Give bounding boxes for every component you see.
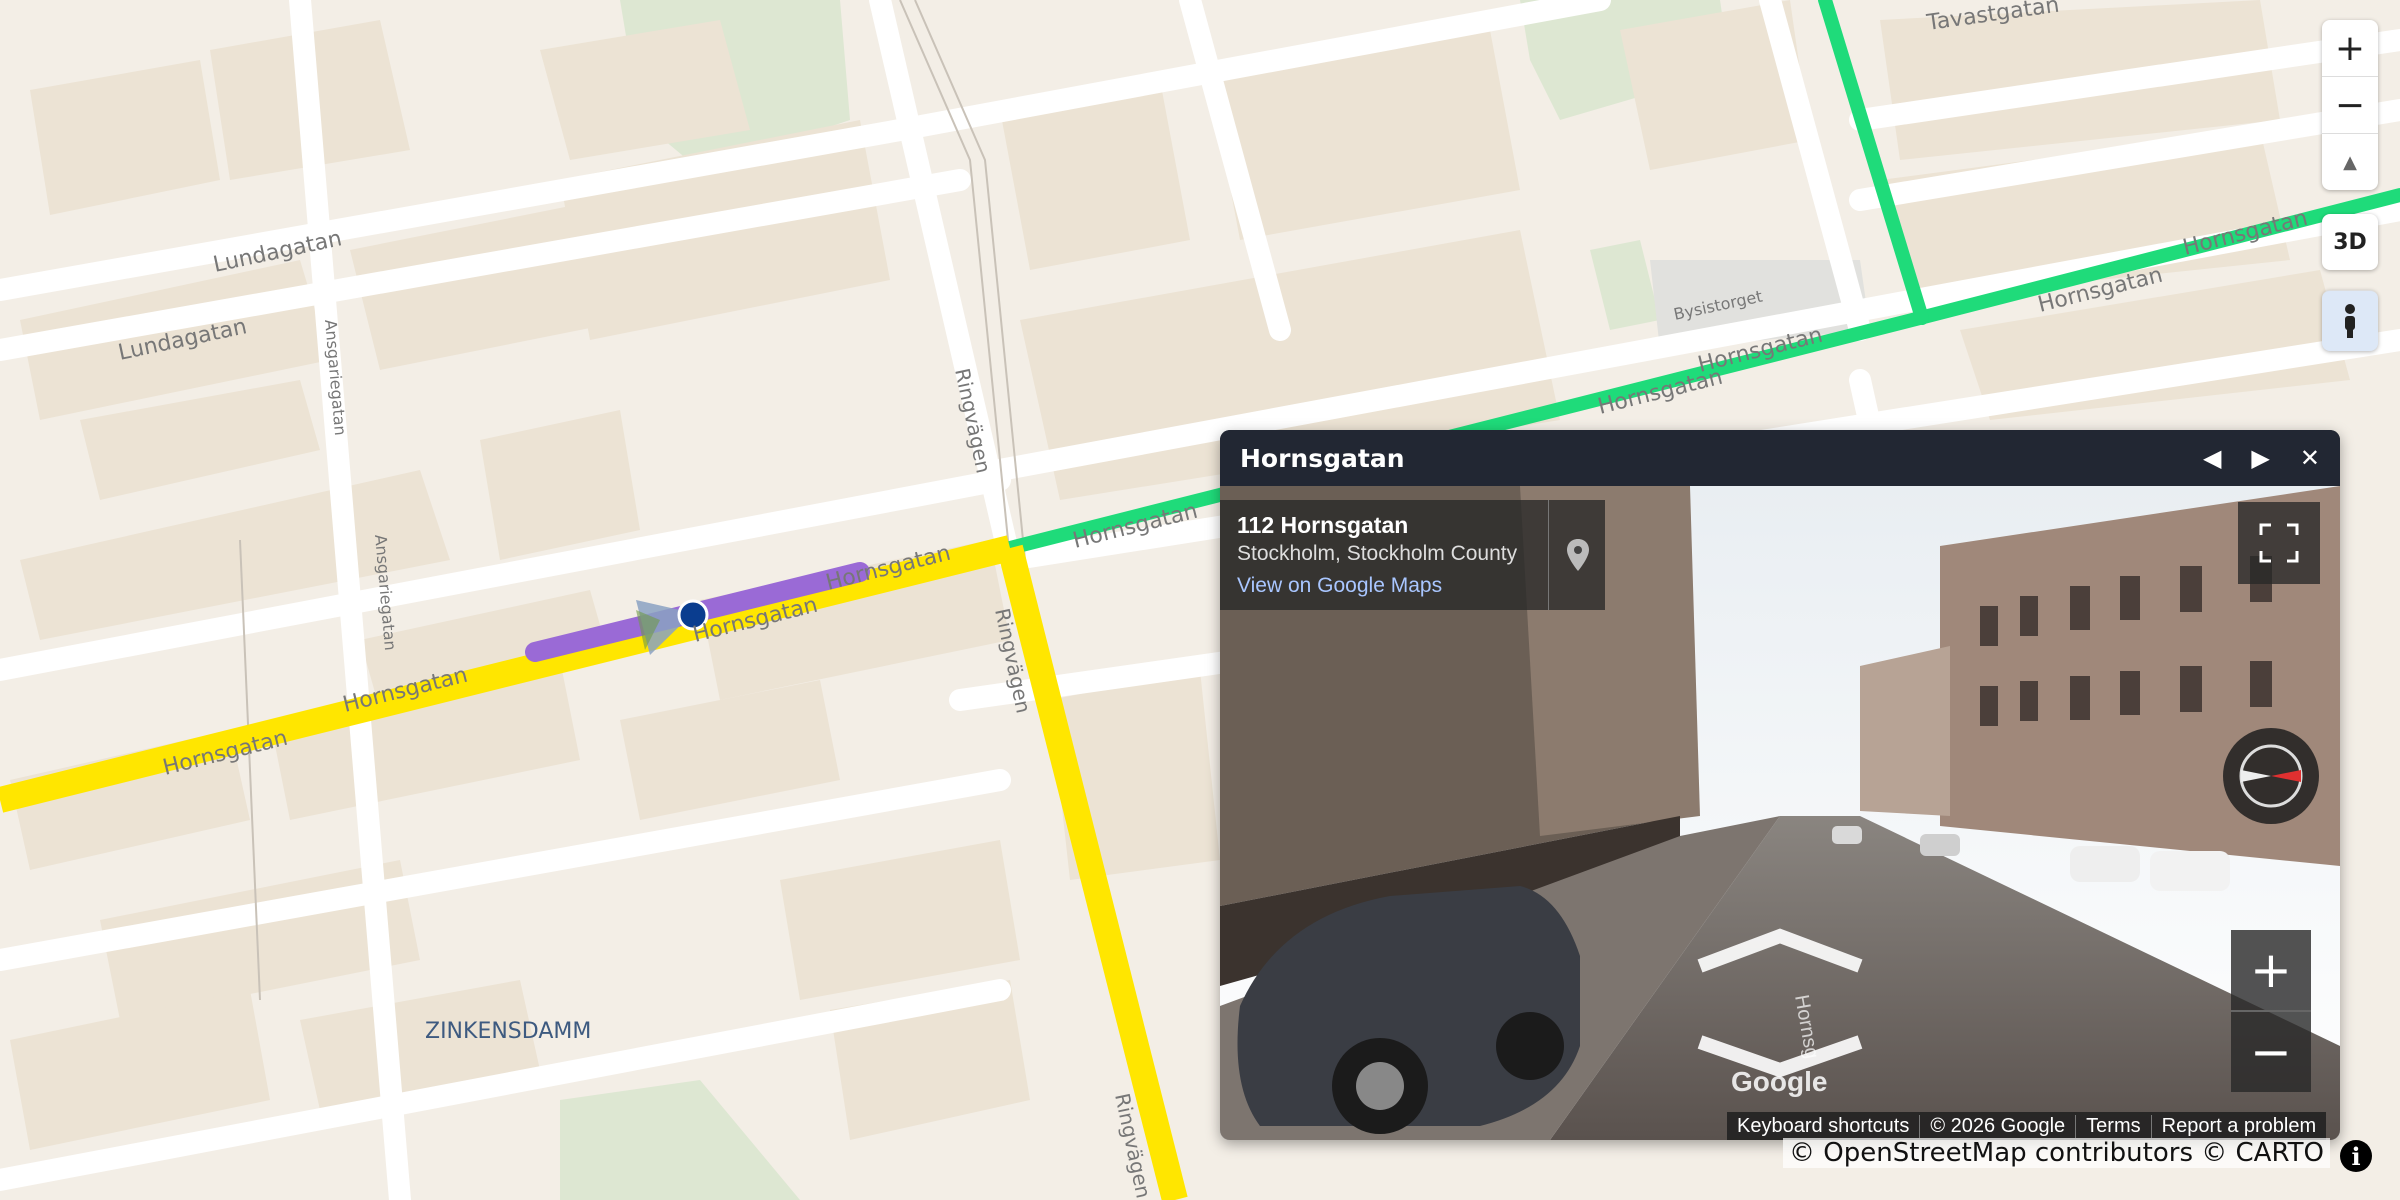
previous-button[interactable]: ◀ <box>2203 444 2221 472</box>
street-view-panel: Hornsgatan ◀ ▶ ✕ Hornsg 112 Hornsgatan S… <box>1220 430 2340 1140</box>
keyboard-shortcuts-link[interactable]: Keyboard shortcuts <box>1727 1115 1919 1138</box>
panel-title: Hornsgatan <box>1240 443 1405 473</box>
pegman-button[interactable] <box>2322 290 2378 351</box>
sv-zoom-in-button[interactable]: + <box>2231 930 2311 1010</box>
address-card: 112 Hornsgatan Stockholm, Stockholm Coun… <box>1220 500 1605 610</box>
reset-north-button[interactable]: ▲ <box>2322 133 2378 190</box>
terms-link[interactable]: Terms <box>2075 1114 2150 1138</box>
street-view-zoom: + − <box>2231 930 2311 1092</box>
address-line2: Stockholm, Stockholm County <box>1237 542 1518 565</box>
compass-button[interactable] <box>2223 728 2319 824</box>
compass-icon <box>2239 744 2303 808</box>
view-on-google-maps-link[interactable]: View on Google Maps <box>1237 574 1442 598</box>
copyright-text: © 2026 Google <box>1919 1114 2075 1138</box>
zoom-out-button[interactable]: − <box>2322 76 2378 133</box>
info-button[interactable]: i <box>2340 1140 2372 1172</box>
map-attribution: © OpenStreetMap contributors © CARTO <box>1783 1138 2330 1168</box>
3d-toggle-button[interactable]: 3D <box>2322 214 2378 270</box>
street-view-footer: Keyboard shortcuts © 2026 Google Terms R… <box>1727 1112 2327 1140</box>
report-problem-link[interactable]: Report a problem <box>2150 1114 2327 1138</box>
map-pin-button[interactable] <box>1548 500 1606 610</box>
pegman-icon <box>2345 304 2355 338</box>
panel-header: Hornsgatan ◀ ▶ ✕ <box>1220 430 2340 486</box>
zoom-in-button[interactable]: + <box>2322 20 2378 76</box>
fullscreen-icon <box>2259 523 2299 563</box>
district-label: ZINKENSDAMM <box>425 1019 591 1044</box>
close-button[interactable]: ✕ <box>2300 444 2320 472</box>
map-pin-icon <box>1566 539 1589 571</box>
google-logo: Google <box>1731 1066 1828 1097</box>
next-button[interactable]: ▶ <box>2251 444 2269 472</box>
map-zoom-controls: + − ▲ <box>2322 20 2378 190</box>
address-line1: 112 Hornsgatan <box>1237 512 1409 538</box>
fullscreen-button[interactable] <box>2238 502 2320 584</box>
sv-zoom-out-button[interactable]: − <box>2231 1010 2311 1092</box>
